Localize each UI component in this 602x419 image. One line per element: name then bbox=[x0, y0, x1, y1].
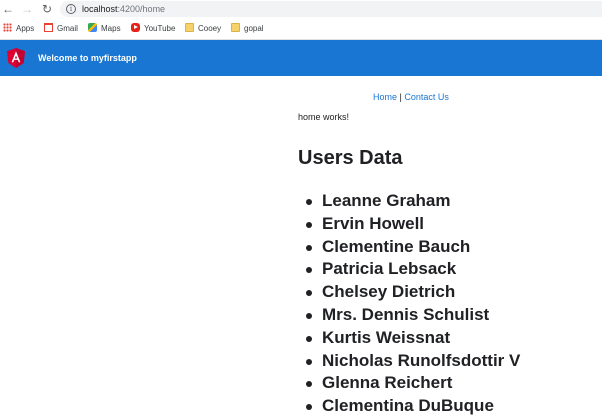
home-works-text: home works! bbox=[298, 112, 350, 122]
list-item: Leanne Graham bbox=[305, 190, 520, 213]
list-item: Ervin Howell bbox=[305, 213, 520, 236]
url-path: :4200/home bbox=[117, 4, 166, 14]
bookmark-youtube[interactable]: YouTube bbox=[131, 23, 175, 35]
contact-us-link[interactable]: Contact Us bbox=[404, 92, 449, 102]
list-item: Mrs. Dennis Schulist bbox=[305, 304, 520, 327]
list-item: Chelsey Dietrich bbox=[305, 281, 520, 304]
app-title: Welcome to myfirstapp bbox=[38, 53, 137, 63]
app-toolbar: Welcome to myfirstapp bbox=[0, 40, 602, 76]
users-list: Leanne Graham Ervin Howell Clementine Ba… bbox=[305, 190, 520, 418]
reload-icon[interactable]: ↻ bbox=[40, 2, 54, 16]
bookmark-label: Cooey bbox=[198, 24, 222, 33]
gmail-icon bbox=[44, 23, 53, 32]
bookmark-cooey[interactable]: Cooey bbox=[185, 23, 221, 35]
list-item: Nicholas Runolfsdottir V bbox=[305, 350, 520, 373]
site-info-icon[interactable]: i bbox=[66, 4, 76, 14]
bookmark-gmail[interactable]: Gmail bbox=[44, 23, 78, 35]
bookmark-label: Gmail bbox=[57, 24, 78, 33]
bookmark-label: YouTube bbox=[144, 24, 176, 33]
bookmark-apps[interactable]: Apps bbox=[3, 23, 34, 35]
home-link[interactable]: Home bbox=[373, 92, 397, 102]
apps-grid-icon bbox=[3, 23, 12, 32]
nav-separator: | bbox=[399, 92, 402, 102]
list-item: Clementine Bauch bbox=[305, 236, 520, 259]
list-item: Glenna Reichert bbox=[305, 372, 520, 395]
url-text[interactable]: localhost:4200/home bbox=[82, 3, 165, 15]
forward-arrow-icon[interactable]: → bbox=[20, 2, 34, 16]
bookmark-label: Maps bbox=[101, 24, 121, 33]
youtube-icon bbox=[131, 23, 140, 32]
maps-icon bbox=[88, 23, 97, 32]
angular-logo-icon bbox=[7, 48, 25, 68]
users-data-heading: Users Data bbox=[298, 147, 403, 169]
browser-toolbar: ← → ↻ i localhost:4200/home bbox=[0, 0, 602, 18]
list-item: Clementina DuBuque bbox=[305, 395, 520, 418]
back-arrow-icon[interactable]: ← bbox=[1, 2, 15, 16]
top-nav: Home | Contact Us bbox=[373, 92, 449, 103]
url-host: localhost bbox=[82, 4, 118, 14]
address-bar[interactable]: i localhost:4200/home bbox=[60, 1, 602, 17]
bookmark-label: Apps bbox=[16, 24, 35, 33]
list-item: Patricia Lebsack bbox=[305, 258, 520, 281]
bookmarks-bar: Apps Gmail Maps YouTube Cooey gopal bbox=[0, 18, 602, 40]
folder-icon bbox=[185, 23, 194, 32]
bookmark-gopal[interactable]: gopal bbox=[231, 23, 264, 35]
bookmark-maps[interactable]: Maps bbox=[88, 23, 121, 35]
folder-icon bbox=[231, 23, 240, 32]
list-item: Kurtis Weissnat bbox=[305, 327, 520, 350]
bookmark-label: gopal bbox=[244, 24, 264, 33]
